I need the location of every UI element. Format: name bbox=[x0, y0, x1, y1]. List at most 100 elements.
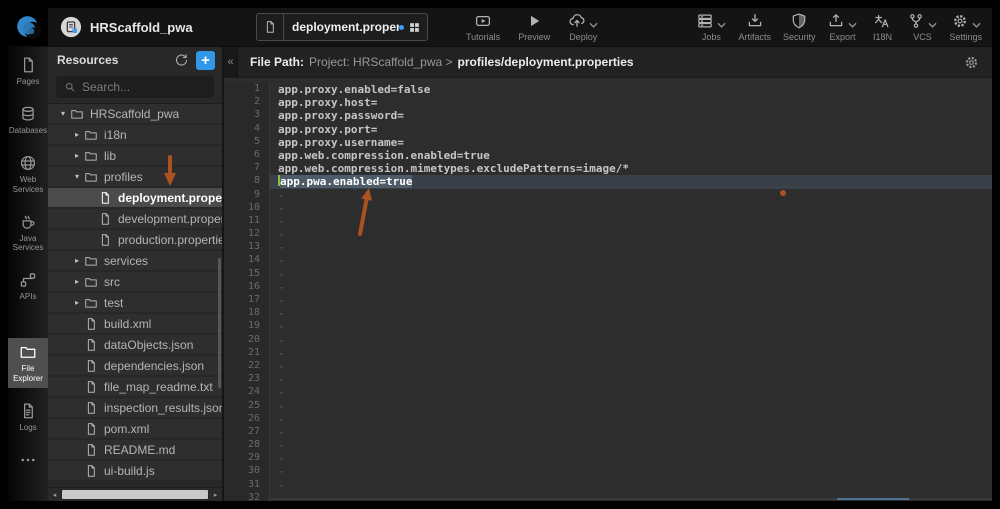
code-line-4[interactable]: app.proxy.port= bbox=[270, 123, 992, 136]
code-line-24[interactable]: - bbox=[270, 386, 992, 399]
code-line-6[interactable]: app.web.compression.enabled=true bbox=[270, 149, 992, 162]
toolbar-button-security[interactable]: Security bbox=[783, 12, 816, 42]
expander-icon[interactable]: ▸ bbox=[70, 298, 84, 307]
wavemaker-logo[interactable] bbox=[8, 8, 48, 46]
toolbar-button-jobs[interactable]: Jobs bbox=[696, 12, 726, 42]
scrollbar-thumb[interactable] bbox=[837, 498, 909, 500]
code-line-21[interactable]: - bbox=[270, 347, 992, 360]
toolbar-button-artifacts[interactable]: Artifacts bbox=[738, 12, 771, 42]
rail-icon bbox=[19, 105, 37, 123]
expander-icon[interactable]: ▾ bbox=[56, 109, 70, 118]
tree-item[interactable]: ▸ services bbox=[48, 251, 222, 272]
code-line-13[interactable]: - bbox=[270, 241, 992, 254]
toolbar-button-deploy[interactable]: Deploy bbox=[568, 12, 598, 42]
toolbar-button-preview[interactable]: Preview bbox=[518, 12, 550, 42]
code-line-5[interactable]: app.proxy.username= bbox=[270, 136, 992, 149]
refresh-icon[interactable] bbox=[174, 53, 189, 68]
code-line-27[interactable]: - bbox=[270, 426, 992, 439]
toolbar-button-tutorials[interactable]: Tutorials bbox=[466, 12, 500, 42]
code-line-28[interactable]: - bbox=[270, 439, 992, 452]
tree-item[interactable]: dependencies.json bbox=[48, 356, 222, 377]
scrollbar-thumb[interactable] bbox=[62, 490, 208, 499]
project-chip[interactable]: HRScaffold_pwa bbox=[48, 16, 208, 38]
code-line-10[interactable]: - bbox=[270, 202, 992, 215]
code-line-9[interactable]: - bbox=[270, 189, 992, 202]
tree-item[interactable]: ▾ HRScaffold_pwa bbox=[48, 104, 222, 125]
tree-item[interactable]: inspection_results.json bbox=[48, 398, 222, 419]
expander-icon[interactable]: ▸ bbox=[70, 277, 84, 286]
empty-line-mark: - bbox=[278, 465, 285, 478]
tree-item[interactable]: README.md bbox=[48, 440, 222, 461]
rail-item-apis[interactable]: APIs bbox=[8, 266, 48, 306]
tree-item[interactable]: deployment.properties bbox=[48, 188, 222, 209]
tree-item[interactable]: dataObjects.json bbox=[48, 335, 222, 356]
tree-horizontal-scrollbar[interactable]: ◂ ▸ bbox=[48, 487, 222, 501]
empty-line-mark: - bbox=[278, 294, 285, 307]
expander-icon[interactable]: ▾ bbox=[70, 172, 84, 181]
code-line-14[interactable]: - bbox=[270, 254, 992, 267]
toolbar-button-vcs[interactable]: VCS bbox=[907, 12, 937, 42]
tree-item[interactable]: file_map_readme.txt bbox=[48, 377, 222, 398]
code-editor[interactable]: 1234567891011121314151617181920212223242… bbox=[224, 78, 992, 501]
code-line-12[interactable]: - bbox=[270, 228, 992, 241]
code-line-29[interactable]: - bbox=[270, 452, 992, 465]
tree-item-label: services bbox=[104, 254, 148, 268]
code-line-3[interactable]: app.proxy.password= bbox=[270, 109, 992, 122]
tree-item[interactable]: pom.xml bbox=[48, 419, 222, 440]
rail-item-logs[interactable]: Logs bbox=[8, 397, 48, 437]
code-line-2[interactable]: app.proxy.host= bbox=[270, 96, 992, 109]
code-content[interactable]: app.proxy.enabled=falseapp.proxy.host=ap… bbox=[270, 83, 992, 501]
tree-item[interactable]: ▸ lib bbox=[48, 146, 222, 167]
line-number: 32 bbox=[224, 492, 260, 501]
code-line-17[interactable]: - bbox=[270, 294, 992, 307]
rail-item-file-explorer[interactable]: File Explorer bbox=[8, 338, 48, 387]
toolbar-button-export[interactable]: Export bbox=[827, 12, 857, 42]
code-line-23[interactable]: - bbox=[270, 373, 992, 386]
code-line-19[interactable]: - bbox=[270, 320, 992, 333]
code-line-25[interactable]: - bbox=[270, 400, 992, 413]
expander-icon[interactable]: ▸ bbox=[70, 256, 84, 265]
toolbar-button-i18n[interactable]: I18N bbox=[869, 12, 895, 42]
rail-icon bbox=[19, 451, 37, 469]
tree-item[interactable]: ui-build.js bbox=[48, 461, 222, 482]
grid-icon[interactable] bbox=[408, 21, 421, 34]
code-line-15[interactable]: - bbox=[270, 268, 992, 281]
code-line-1[interactable]: app.proxy.enabled=false bbox=[270, 83, 992, 96]
code-line-30[interactable]: - bbox=[270, 465, 992, 478]
tree-item[interactable]: ▸ i18n bbox=[48, 125, 222, 146]
code-line-22[interactable]: - bbox=[270, 360, 992, 373]
tree-item[interactable]: development.properties bbox=[48, 209, 222, 230]
code-line-31[interactable]: - bbox=[270, 479, 992, 492]
tab-deployment-properties[interactable]: deployment.propert... bbox=[256, 13, 428, 41]
scroll-left-icon[interactable]: ◂ bbox=[49, 491, 60, 499]
search-input[interactable]: Search... bbox=[56, 76, 214, 98]
tree-item[interactable]: ▾ profiles bbox=[48, 167, 222, 188]
scroll-right-icon[interactable]: ▸ bbox=[210, 491, 221, 499]
tree-node-icon bbox=[84, 443, 98, 457]
collapse-panel-button[interactable]: « bbox=[224, 47, 238, 77]
editor-horizontal-scrollbar[interactable] bbox=[271, 498, 992, 500]
tree-vertical-scrollbar[interactable] bbox=[218, 258, 221, 388]
code-line-11[interactable]: - bbox=[270, 215, 992, 228]
code-line-7[interactable]: app.web.compression.mimetypes.excludePat… bbox=[270, 162, 992, 175]
code-line-16[interactable]: - bbox=[270, 281, 992, 294]
code-line-20[interactable]: - bbox=[270, 334, 992, 347]
tree-item[interactable]: ▸ test bbox=[48, 293, 222, 314]
rail-item-more[interactable] bbox=[8, 446, 48, 477]
toolbar-button-settings[interactable]: Settings bbox=[949, 12, 982, 42]
rail-item-pages[interactable]: Pages bbox=[8, 51, 48, 91]
tree-item[interactable]: production.properties bbox=[48, 230, 222, 251]
rail-item-databases[interactable]: Databases bbox=[8, 100, 48, 140]
rail-item-java-services[interactable]: Java Services bbox=[8, 208, 48, 257]
tree-item[interactable]: ▸ src bbox=[48, 272, 222, 293]
tree-item[interactable]: build.xml bbox=[48, 314, 222, 335]
expander-icon[interactable]: ▸ bbox=[70, 130, 84, 139]
code-line-8[interactable]: app.pwa.enabled=true bbox=[270, 175, 992, 188]
code-line-26[interactable]: - bbox=[270, 413, 992, 426]
file-path-value: profiles/deployment.properties bbox=[458, 55, 634, 69]
rail-item-web-services[interactable]: Web Services bbox=[8, 149, 48, 198]
code-line-18[interactable]: - bbox=[270, 307, 992, 320]
expander-icon[interactable]: ▸ bbox=[70, 151, 84, 160]
editor-settings-icon[interactable] bbox=[963, 54, 980, 71]
add-resource-button[interactable]: + bbox=[196, 51, 215, 70]
